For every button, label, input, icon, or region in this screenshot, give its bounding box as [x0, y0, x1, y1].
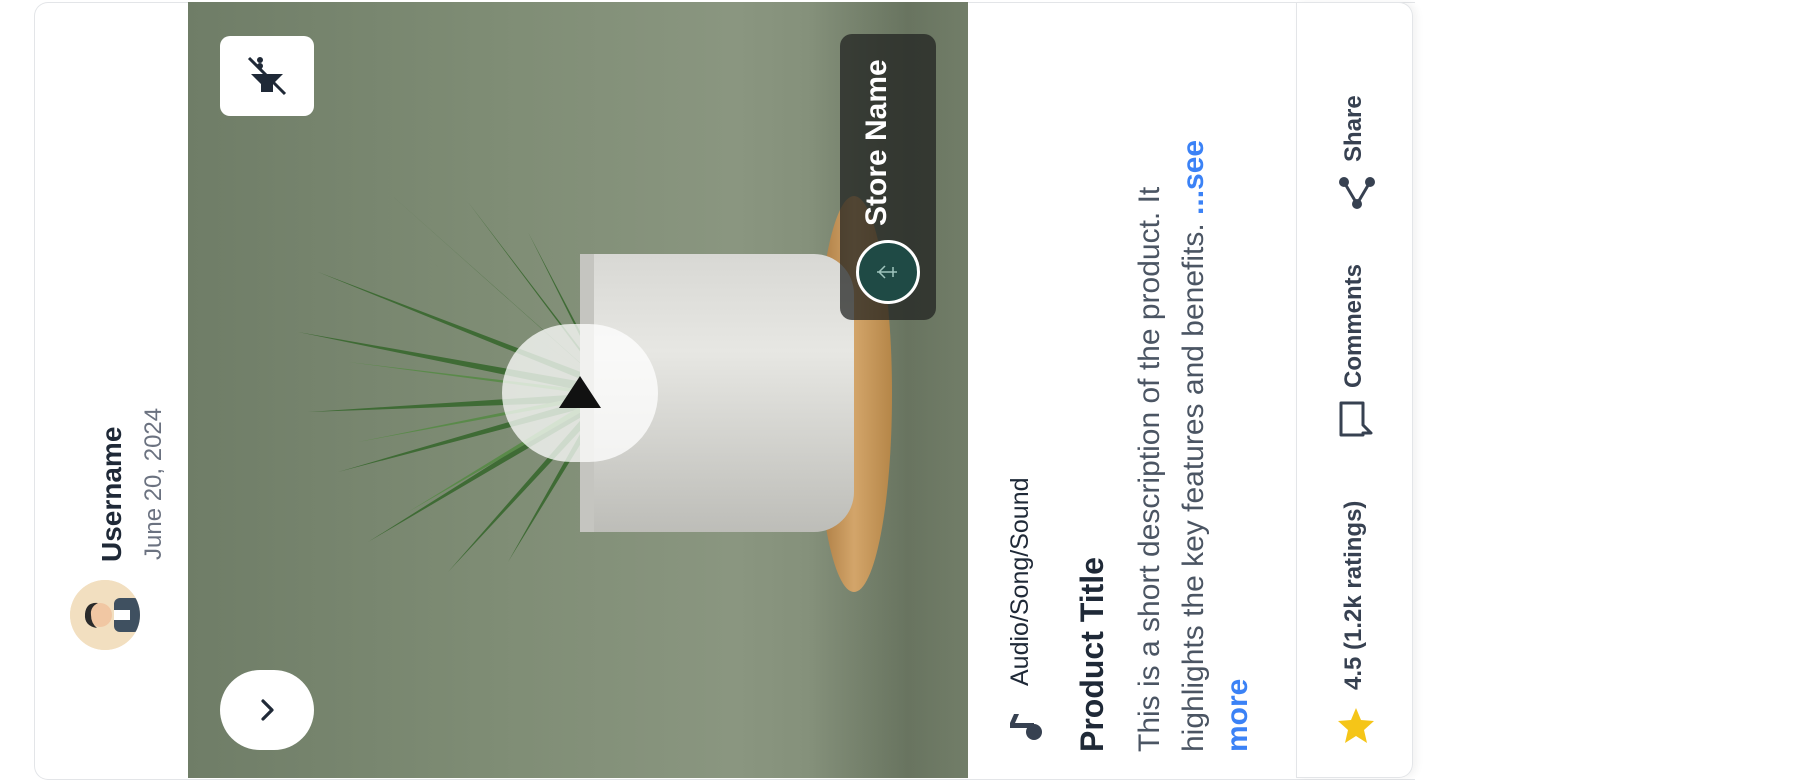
description-text: This is a short description of the produ… [1133, 186, 1210, 752]
post-date: June 20, 2024 [140, 407, 167, 560]
username[interactable]: Username [96, 427, 128, 562]
chevron-right-icon [261, 699, 274, 721]
rating-text: 4.5 (1.2k ratings) [1340, 500, 1367, 690]
play-icon [559, 376, 601, 408]
avatar[interactable] [70, 580, 140, 650]
comments-button[interactable]: Comments [1340, 264, 1368, 388]
share-button[interactable]: Share [1340, 95, 1368, 162]
store-name[interactable]: Store Name [860, 59, 894, 226]
product-description: This is a short description of the produ… [1128, 92, 1260, 752]
volume-off-icon [247, 56, 287, 96]
product-info: Audio/Song/Sound Product Title This is a… [968, 2, 1297, 778]
post-header: Username June 20, 2024 [34, 2, 189, 778]
product-title: Product Title [1074, 557, 1110, 752]
store-logo[interactable] [856, 240, 920, 304]
share-icon[interactable] [1336, 172, 1378, 214]
avatar-illustration [70, 580, 140, 650]
product-media[interactable]: Store Name [188, 2, 968, 778]
store-logo-icon [877, 265, 897, 279]
music-note-icon [1010, 714, 1042, 740]
mute-button[interactable] [220, 36, 314, 116]
audio-label[interactable]: Audio/Song/Sound [1006, 477, 1035, 686]
comment-icon[interactable] [1336, 398, 1376, 440]
star-icon [1338, 708, 1374, 743]
play-button[interactable] [502, 324, 658, 462]
next-button[interactable] [220, 670, 314, 750]
